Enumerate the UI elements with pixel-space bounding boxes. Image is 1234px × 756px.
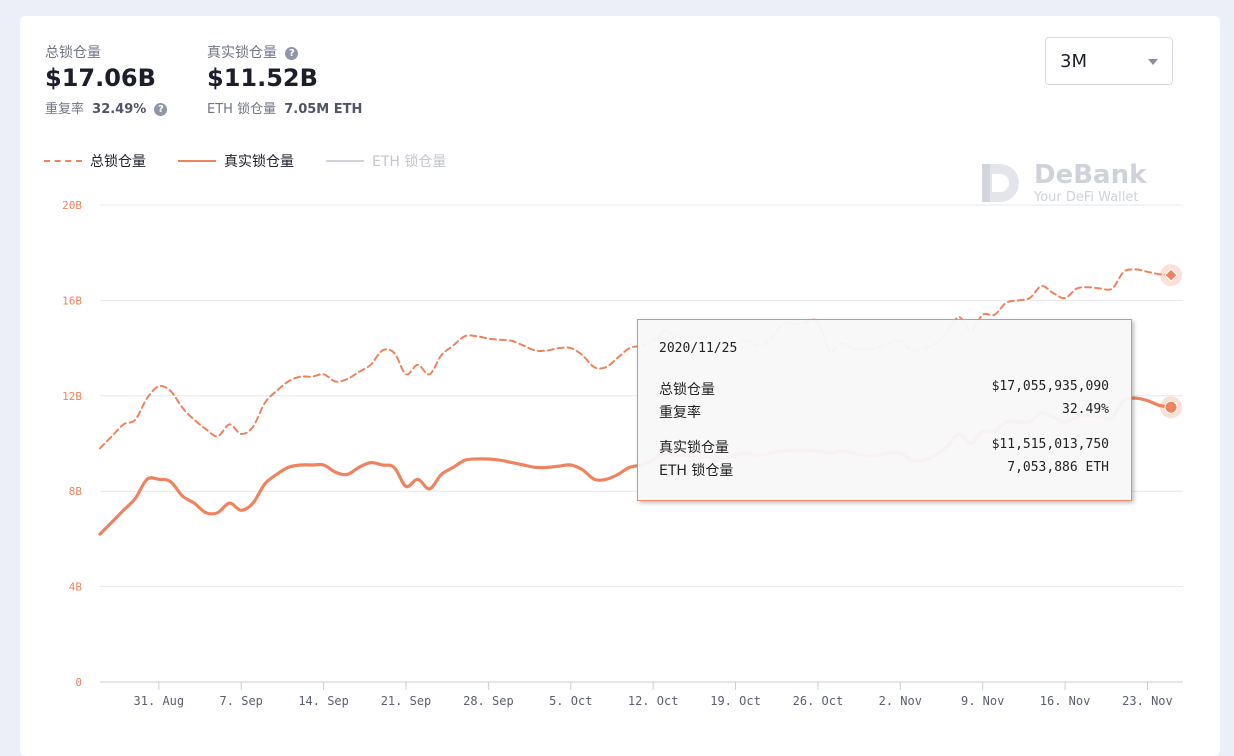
y-tick-label: 4B [69, 581, 83, 594]
x-tick-label: 19. Oct [710, 694, 761, 708]
x-tick-label: 12. Oct [628, 694, 679, 708]
tooltip-row: 真实锁仓量 $11,515,013,750 [659, 437, 1109, 457]
tooltip-date: 2020/11/25 [659, 341, 738, 356]
y-axis: 0 4B 8B 12B 16B 20B [62, 199, 82, 689]
chart-tooltip: 2020/11/25 总锁仓量 $17,055,935,090 重复率 32.4… [637, 319, 1132, 501]
y-tick-label: 12B [62, 390, 82, 403]
y-tick-label: 16B [62, 294, 82, 307]
x-tick-label: 2. Nov [879, 694, 922, 708]
tooltip-value: 7,053,886 ETH [1007, 460, 1109, 475]
y-tick-label: 8B [69, 485, 83, 498]
tooltip-value: $17,055,935,090 [991, 379, 1109, 394]
tooltip-row: 总锁仓量 $17,055,935,090 [659, 379, 1109, 399]
tooltip-key: 重复率 [659, 405, 701, 421]
x-tick-label: 16. Nov [1040, 694, 1091, 708]
tooltip-key: ETH 锁仓量 [659, 463, 734, 479]
tooltip-row: ETH 锁仓量 7,053,886 ETH [659, 460, 1109, 480]
tooltip-value: $11,515,013,750 [991, 437, 1109, 452]
x-tick-label: 21. Sep [381, 694, 432, 708]
tooltip-key: 总锁仓量 [659, 382, 715, 398]
tooltip-value: 32.49% [1062, 402, 1109, 417]
x-tick-label: 28. Sep [463, 694, 514, 708]
x-tick-label: 9. Nov [961, 694, 1004, 708]
tooltip-row: 重复率 32.49% [659, 402, 1109, 422]
y-tick-label: 0 [75, 676, 82, 689]
chart-markers [1160, 264, 1182, 419]
x-tick-label: 7. Sep [220, 694, 263, 708]
x-tick-label: 26. Oct [793, 694, 844, 708]
tooltip-key: 真实锁仓量 [659, 440, 729, 456]
x-tick-label: 5. Oct [549, 694, 592, 708]
x-axis: 31. Aug 7. Sep 14. Sep 21. Sep 28. Sep 5. Oct… [134, 694, 1173, 708]
x-tick-label: 23. Nov [1122, 694, 1173, 708]
real-tvl-marker [1164, 400, 1178, 414]
y-tick-label: 20B [62, 199, 82, 212]
x-tick-label: 31. Aug [134, 694, 185, 708]
x-tick-label: 14. Sep [298, 694, 349, 708]
